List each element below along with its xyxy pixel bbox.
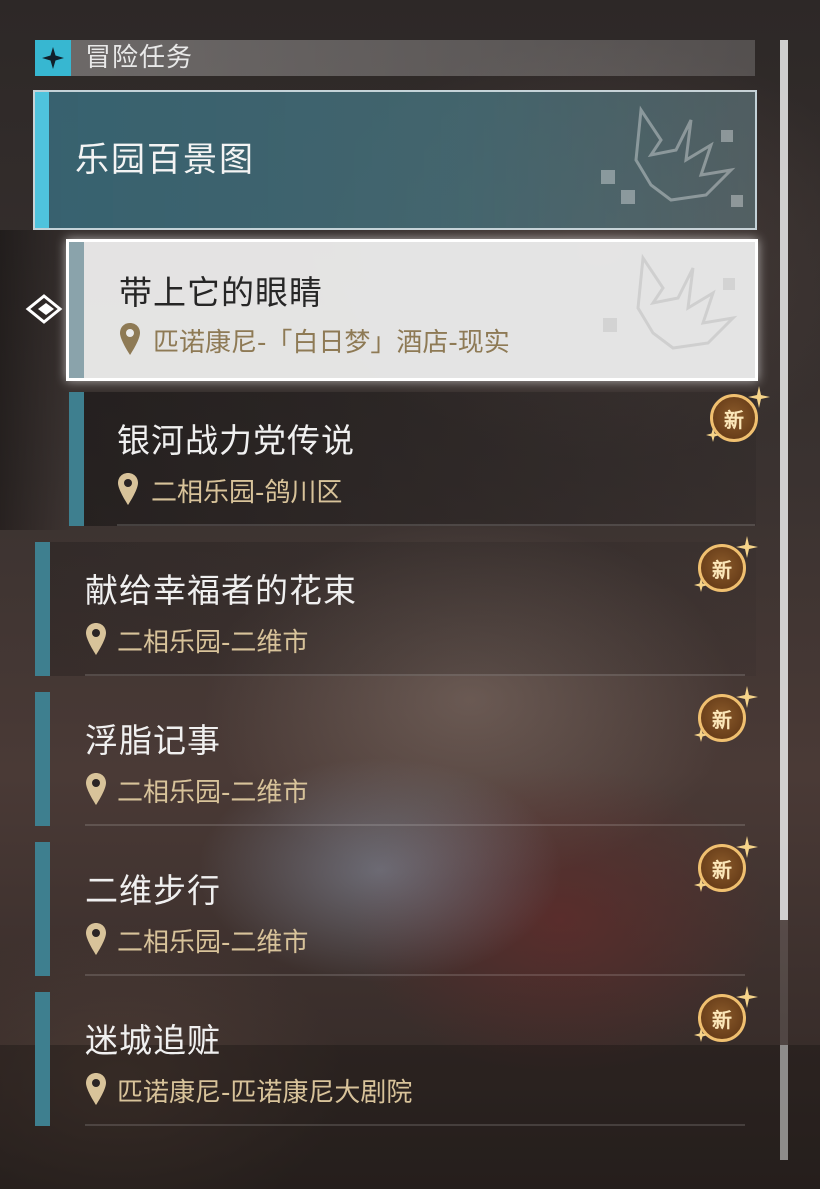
quest-accent-bar (35, 692, 50, 826)
sparkle-small-icon (706, 428, 720, 442)
quest-title: 银河战力党传说 (117, 421, 355, 460)
new-badge: 新 (694, 986, 758, 1046)
quest-accent-bar (35, 842, 50, 976)
category-accent-bar (35, 92, 49, 228)
sparkle-icon (736, 836, 758, 858)
sparkle-icon (748, 386, 770, 408)
category-title: 乐园百景图 (75, 140, 255, 180)
quest-item[interactable]: 献给幸福者的花束 二相乐园-二维市 (35, 542, 755, 678)
sparkle-icon (736, 536, 758, 558)
new-badge: 新 (694, 836, 758, 896)
row-divider (85, 824, 745, 826)
category-header[interactable]: 乐园百景图 (33, 90, 757, 230)
sparkle-icon (736, 986, 758, 1008)
quest-accent-bar (69, 242, 84, 378)
scrollbar[interactable] (780, 40, 788, 1160)
dragon-emblem-icon (603, 253, 738, 350)
four-point-star-icon (35, 40, 71, 76)
new-badge: 新 (706, 386, 770, 446)
dragon-emblem-icon (601, 105, 743, 207)
quest-item[interactable]: 迷城追赃 匹诺康尼-匹诺康尼大剧院 (35, 992, 755, 1128)
new-badge: 新 (694, 536, 758, 596)
section-header: 冒险任务 (35, 40, 755, 76)
row-divider (85, 974, 745, 976)
row-divider (85, 674, 745, 676)
sparkle-small-icon (694, 1028, 708, 1042)
row-divider (85, 1124, 745, 1126)
quest-item[interactable]: 浮脂记事 二相乐园-二维市 (35, 692, 755, 828)
quest-title: 二维步行 (85, 871, 221, 910)
quest-title: 献给幸福者的花束 (85, 571, 357, 610)
quest-title: 浮脂记事 (85, 721, 221, 760)
location-pin-icon (86, 773, 106, 805)
sparkle-small-icon (694, 878, 708, 892)
quest-accent-bar (35, 542, 50, 676)
quest-location: 二相乐园-二维市 (117, 928, 309, 958)
quest-accent-bar (69, 392, 84, 526)
new-badge: 新 (694, 686, 758, 746)
location-pin-icon (86, 1073, 106, 1105)
side-shade (0, 230, 70, 530)
section-title: 冒险任务 (85, 43, 194, 73)
sparkle-small-icon (694, 728, 708, 742)
quest-item[interactable]: 二维步行 二相乐园-二维市 (35, 842, 755, 978)
location-pin-icon (86, 623, 106, 655)
quest-accent-bar (35, 992, 50, 1126)
quest-title: 带上它的眼睛 (119, 273, 323, 312)
quest-item[interactable]: 带上它的眼睛 匹诺康尼-「白日梦」酒店-现实 (66, 239, 758, 381)
quest-title: 迷城追赃 (85, 1021, 221, 1060)
sparkle-icon (736, 686, 758, 708)
scrollbar-thumb[interactable] (780, 40, 788, 920)
quest-item[interactable]: 银河战力党传说 二相乐园-鸽川区 (69, 392, 759, 526)
location-pin-icon (86, 923, 106, 955)
row-divider (117, 524, 755, 526)
quest-location: 匹诺康尼-匹诺康尼大剧院 (117, 1078, 413, 1108)
quest-location: 二相乐园-鸽川区 (151, 478, 343, 508)
quest-location: 匹诺康尼-「白日梦」酒店-现实 (153, 328, 510, 358)
quest-location: 二相乐园-二维市 (117, 628, 309, 658)
quest-location: 二相乐园-二维市 (117, 778, 309, 808)
location-pin-icon (120, 323, 140, 355)
selection-pointer-icon (25, 294, 63, 324)
location-pin-icon (118, 473, 138, 505)
sparkle-small-icon (694, 578, 708, 592)
